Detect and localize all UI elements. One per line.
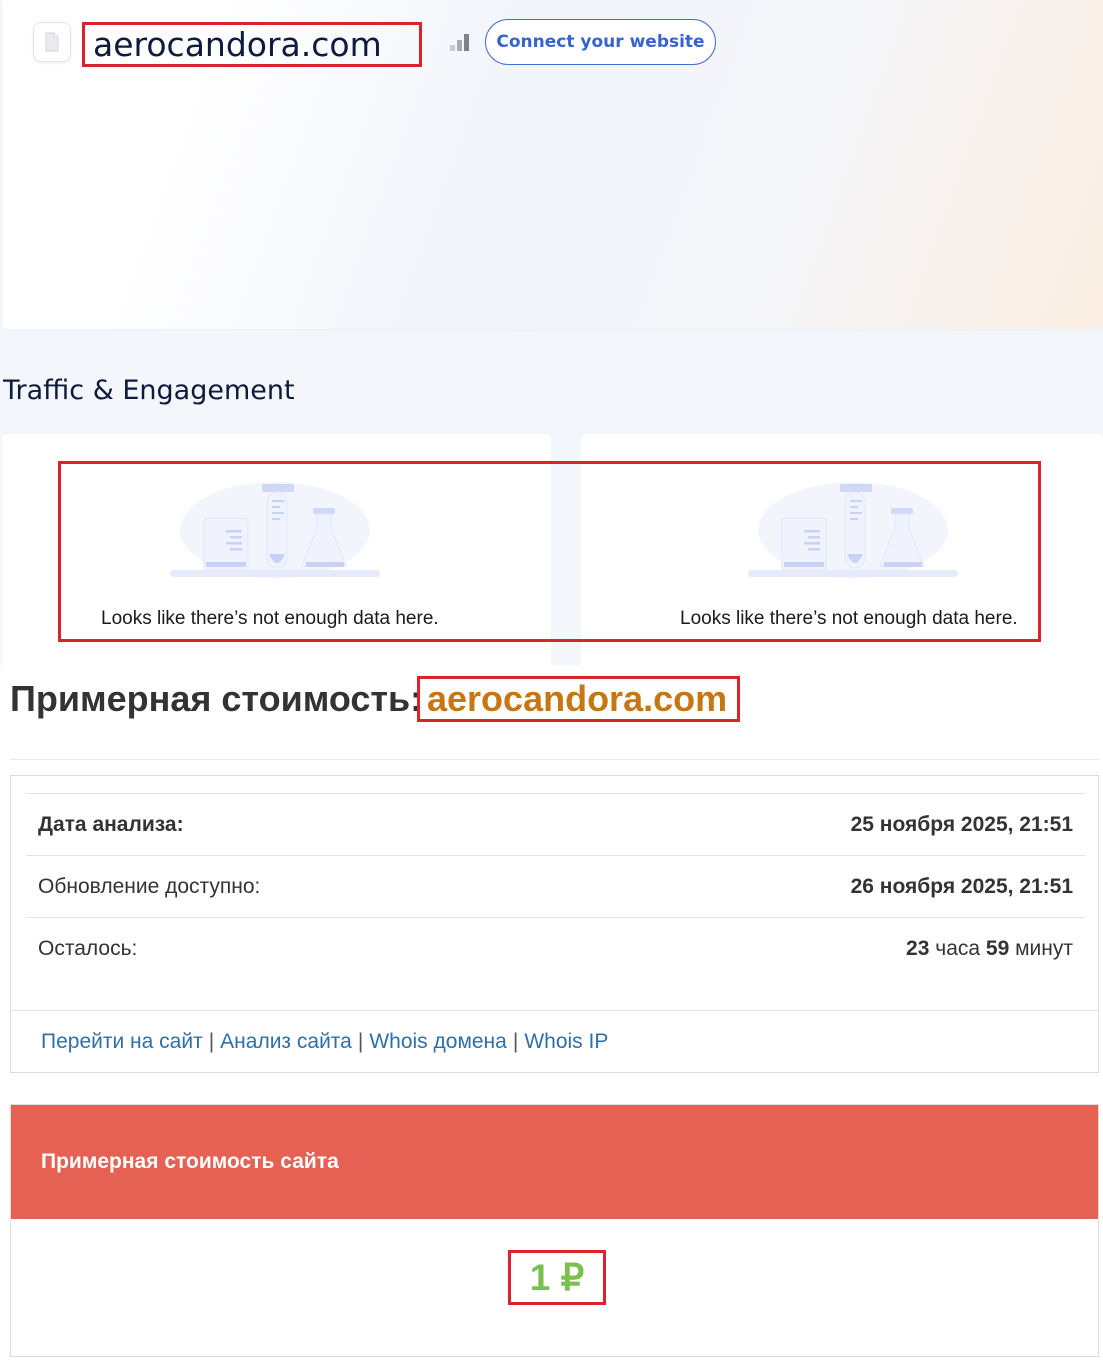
- valuation-heading: Примерная стоимость:: [10, 678, 423, 719]
- info-row-analysis-date: Дата анализа: 25 ноября 2025, 21:51: [26, 793, 1085, 855]
- site-cost-title: Примерная стоимость сайта: [11, 1105, 1098, 1219]
- info-value: 26 ноября 2025, 21:51: [850, 874, 1073, 898]
- site-cost-panel: Примерная стоимость сайта 1 ₽: [10, 1104, 1099, 1357]
- link-ip-whois[interactable]: Whois IP: [524, 1030, 608, 1054]
- info-key: Обновление доступно:: [38, 874, 261, 898]
- info-value: 25 ноября 2025, 21:51: [850, 812, 1073, 836]
- analysis-info-panel: Дата анализа: 25 ноября 2025, 21:51 Обно…: [10, 775, 1099, 1073]
- section-title: Traffic & Engagement: [3, 375, 295, 406]
- link-go-to-site[interactable]: Перейти на сайт: [41, 1030, 203, 1054]
- hours-number: 23: [906, 936, 930, 960]
- info-value: 23 часа 59 минут: [906, 937, 1073, 961]
- link-separator: |: [512, 1029, 519, 1053]
- connect-website-button[interactable]: Connect your website: [485, 19, 716, 65]
- favicon: [33, 22, 71, 62]
- rank-bars-icon: [450, 34, 469, 51]
- file-icon: [45, 32, 59, 52]
- site-links-bar: Перейти на сайт | Анализ сайта | Whois д…: [11, 1010, 1098, 1072]
- valuation-domain: aerocandora.com: [417, 676, 740, 722]
- info-row-time-left: Осталось: 23 часа 59 минут: [26, 917, 1085, 979]
- divider: [10, 759, 1099, 760]
- domain-title: aerocandora.com: [82, 22, 422, 67]
- link-site-analysis[interactable]: Анализ сайта: [220, 1030, 352, 1054]
- highlight-frame: [58, 461, 1041, 642]
- site-cost-value: 1 ₽: [508, 1250, 606, 1305]
- link-separator: |: [208, 1029, 215, 1053]
- hours-word: часа: [935, 936, 981, 960]
- minutes-number: 59: [985, 936, 1010, 960]
- minutes-word: минут: [1015, 936, 1073, 960]
- info-key: Дата анализа:: [38, 812, 184, 836]
- link-domain-whois[interactable]: Whois домена: [369, 1030, 507, 1054]
- info-row-update-available: Обновление доступно: 26 ноября 2025, 21:…: [26, 855, 1085, 917]
- link-separator: |: [357, 1029, 364, 1053]
- info-key: Осталось:: [38, 936, 138, 960]
- site-overview-section: aerocandora.com Connect your website Tra…: [0, 0, 1103, 665]
